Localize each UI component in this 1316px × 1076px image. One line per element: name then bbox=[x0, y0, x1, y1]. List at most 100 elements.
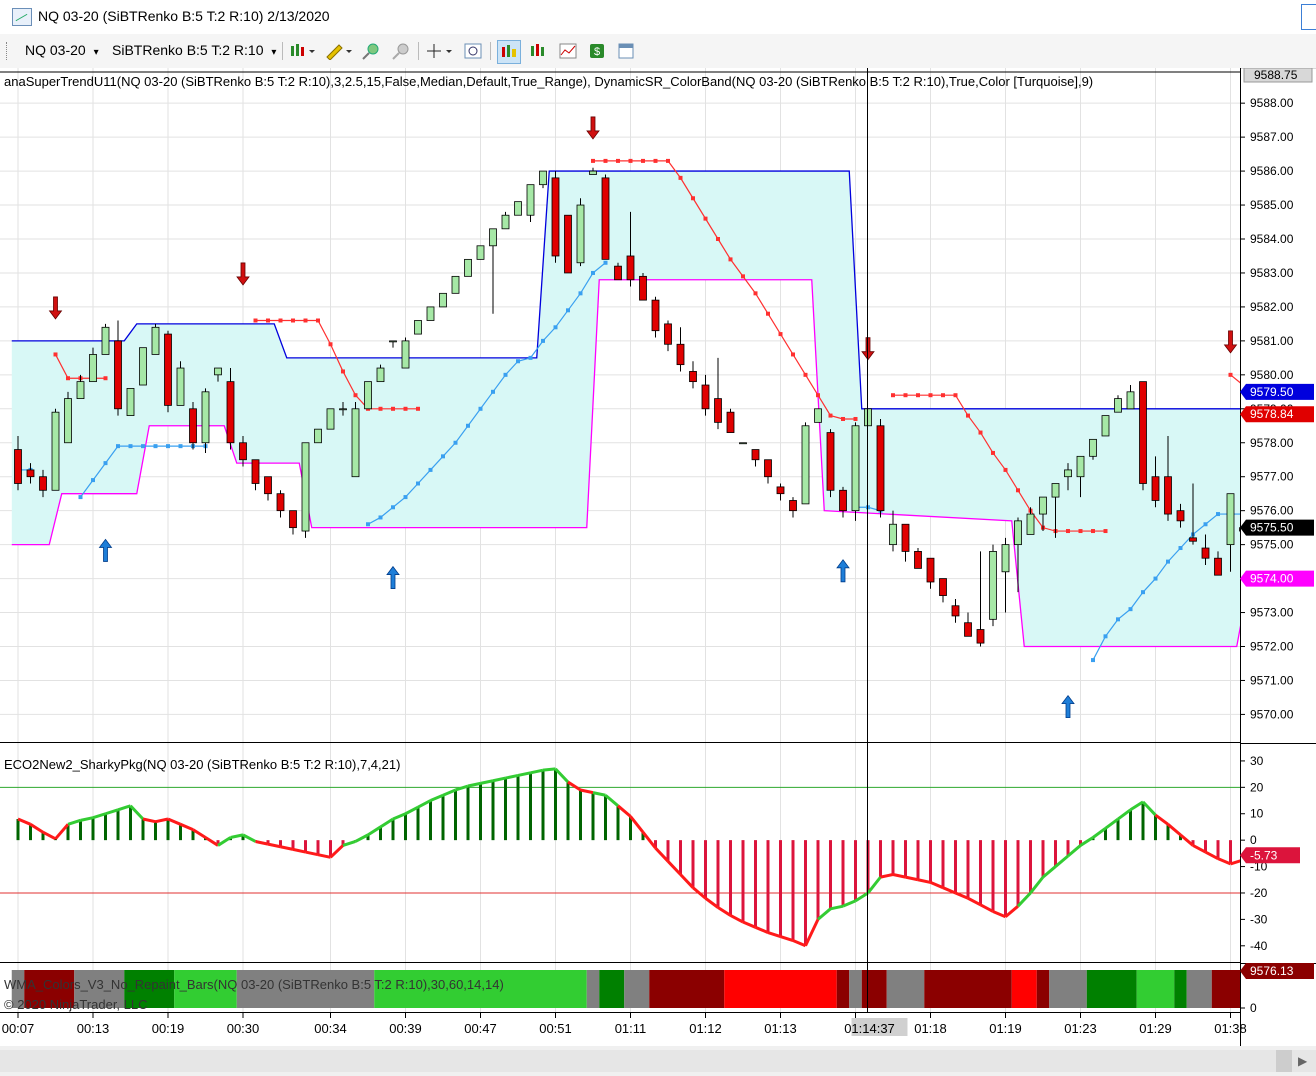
candle-up[interactable] bbox=[501, 214, 510, 230]
candle-up[interactable] bbox=[464, 258, 472, 277]
candle-down[interactable] bbox=[189, 408, 197, 444]
candle-down[interactable] bbox=[226, 381, 235, 444]
scroll-right-icon[interactable]: ▶ bbox=[1298, 1054, 1307, 1068]
candle-up[interactable] bbox=[739, 442, 747, 445]
candle-down[interactable] bbox=[251, 459, 260, 484]
candle-down[interactable] bbox=[551, 177, 560, 257]
candle-down[interactable] bbox=[714, 398, 722, 423]
candle-up[interactable] bbox=[126, 388, 135, 416]
price-panel[interactable]: anaSuperTrendU11(NQ 03-20 (SiBTRenko B:5… bbox=[0, 68, 1275, 743]
candle-down[interactable] bbox=[1139, 381, 1147, 484]
candle-up[interactable] bbox=[851, 425, 860, 512]
candle-down[interactable] bbox=[964, 622, 972, 637]
candle-up[interactable] bbox=[151, 326, 160, 355]
candle-up[interactable] bbox=[326, 408, 335, 430]
time-axis[interactable]: 00:07 00:13 00:19 00:30 00:34 00:39 00:47 00:51… bbox=[0, 1013, 1316, 1046]
zoom-in-icon[interactable] bbox=[360, 40, 382, 62]
candle-up[interactable] bbox=[814, 408, 822, 423]
candle-up[interactable] bbox=[176, 367, 185, 406]
zoom-out-icon[interactable] bbox=[390, 40, 412, 62]
candle-up[interactable] bbox=[439, 292, 447, 308]
candle-up[interactable] bbox=[389, 340, 397, 343]
scrollbar-track[interactable] bbox=[0, 1050, 1316, 1072]
candle-up[interactable] bbox=[489, 228, 497, 247]
interval-selector[interactable]: SiBTRenko B:5 T:2 R:10 ▾ bbox=[112, 42, 276, 58]
candle-up[interactable] bbox=[51, 411, 60, 491]
candle-up[interactable] bbox=[1014, 520, 1022, 546]
candle-down[interactable] bbox=[789, 500, 797, 512]
candle-down[interactable] bbox=[114, 340, 122, 410]
drawing-tool-icon[interactable] bbox=[322, 40, 354, 62]
candle-up[interactable] bbox=[339, 408, 347, 411]
candle-down[interactable] bbox=[839, 489, 847, 512]
candle-down[interactable] bbox=[651, 299, 660, 332]
candle-up[interactable] bbox=[76, 381, 85, 400]
toolbar-grip[interactable] bbox=[6, 42, 9, 60]
colorbar-chart[interactable]: WMA_Colors_V3_No_Repaint_Bars(NQ 03-20 (… bbox=[0, 963, 1275, 1013]
oscillator-panel[interactable]: ECO2New2_SharkyPkg(NQ 03-20 (SiBTRenko B… bbox=[0, 743, 1257, 963]
candle-up[interactable] bbox=[139, 347, 147, 386]
colorbar-panel[interactable]: WMA_Colors_V3_No_Repaint_Bars(NQ 03-20 (… bbox=[0, 963, 1275, 1013]
oscillator-chart[interactable]: ECO2New2_SharkyPkg(NQ 03-20 (SiBTRenko B… bbox=[0, 743, 1257, 963]
candle-up[interactable] bbox=[351, 408, 360, 478]
candle-down[interactable] bbox=[614, 265, 622, 281]
candle-up[interactable] bbox=[1101, 415, 1110, 437]
candle-up[interactable] bbox=[201, 391, 210, 444]
candle-up[interactable] bbox=[1076, 455, 1085, 478]
candle-down[interactable] bbox=[239, 442, 247, 461]
candle-up[interactable] bbox=[89, 354, 97, 383]
candle-up[interactable] bbox=[526, 184, 535, 216]
dollar-icon[interactable]: $ bbox=[586, 40, 608, 62]
bar-type-icon[interactable] bbox=[288, 40, 318, 62]
candle-up[interactable] bbox=[539, 170, 547, 186]
candle-down[interactable] bbox=[26, 469, 35, 478]
candle-up[interactable] bbox=[101, 326, 110, 355]
candle-down[interactable] bbox=[676, 343, 685, 366]
crosshair-icon[interactable] bbox=[424, 40, 456, 62]
candle-down[interactable] bbox=[914, 551, 922, 569]
candle-down[interactable] bbox=[726, 411, 735, 433]
candle-up[interactable] bbox=[1064, 469, 1072, 478]
horizontal-scrollbar[interactable]: ▶ bbox=[0, 1046, 1316, 1076]
candle-up[interactable] bbox=[1226, 493, 1235, 546]
candle-down[interactable] bbox=[1164, 476, 1172, 515]
candle-down[interactable] bbox=[689, 371, 697, 383]
candle-up[interactable] bbox=[1089, 438, 1097, 457]
candle-up[interactable] bbox=[476, 245, 485, 260]
candle-down[interactable] bbox=[639, 275, 647, 301]
candle-up[interactable] bbox=[451, 275, 460, 294]
candle-down[interactable] bbox=[876, 425, 885, 512]
candle-down[interactable] bbox=[289, 510, 297, 529]
candle-up[interactable] bbox=[1001, 544, 1010, 573]
templates-icon[interactable] bbox=[615, 40, 637, 62]
colorbar-axis[interactable]: 9576.13 0 bbox=[1240, 963, 1316, 1013]
candle-down[interactable] bbox=[14, 449, 22, 484]
candle-up[interactable] bbox=[214, 367, 222, 376]
candle-up[interactable] bbox=[364, 381, 372, 410]
candle-down[interactable] bbox=[1214, 557, 1222, 576]
candle-up[interactable] bbox=[376, 367, 385, 383]
chart-trader-icon[interactable] bbox=[497, 40, 521, 64]
candle-down[interactable] bbox=[939, 578, 947, 596]
candle-down[interactable] bbox=[39, 476, 47, 491]
scrollbar-thumb[interactable] bbox=[1276, 1050, 1292, 1072]
price-axis[interactable]: 9570.00 9571.00 9572.00 9573.00 9574.00 9575.… bbox=[1240, 68, 1316, 743]
candle-down[interactable] bbox=[1189, 537, 1197, 542]
price-chart[interactable]: anaSuperTrendU11(NQ 03-20 (SiBTRenko B:5… bbox=[0, 68, 1275, 743]
candle-up[interactable] bbox=[1039, 496, 1047, 515]
candle-up[interactable] bbox=[1114, 398, 1122, 413]
candle-up[interactable] bbox=[401, 340, 410, 369]
properties-icon[interactable] bbox=[462, 40, 484, 62]
candle-down[interactable] bbox=[626, 255, 635, 281]
candle-down[interactable] bbox=[951, 605, 960, 617]
candle-up[interactable] bbox=[801, 425, 810, 505]
candle-up[interactable] bbox=[576, 204, 585, 264]
candle-up[interactable] bbox=[314, 428, 322, 444]
candle-down[interactable] bbox=[1151, 476, 1160, 501]
candle-down[interactable] bbox=[164, 333, 172, 406]
candle-up[interactable] bbox=[414, 320, 422, 335]
candle-up[interactable] bbox=[989, 551, 997, 620]
candle-down[interactable] bbox=[976, 629, 985, 644]
oscillator-axis[interactable]: -40-30-20-100102030-5.73 bbox=[1240, 743, 1316, 963]
candle-up[interactable] bbox=[64, 398, 72, 444]
